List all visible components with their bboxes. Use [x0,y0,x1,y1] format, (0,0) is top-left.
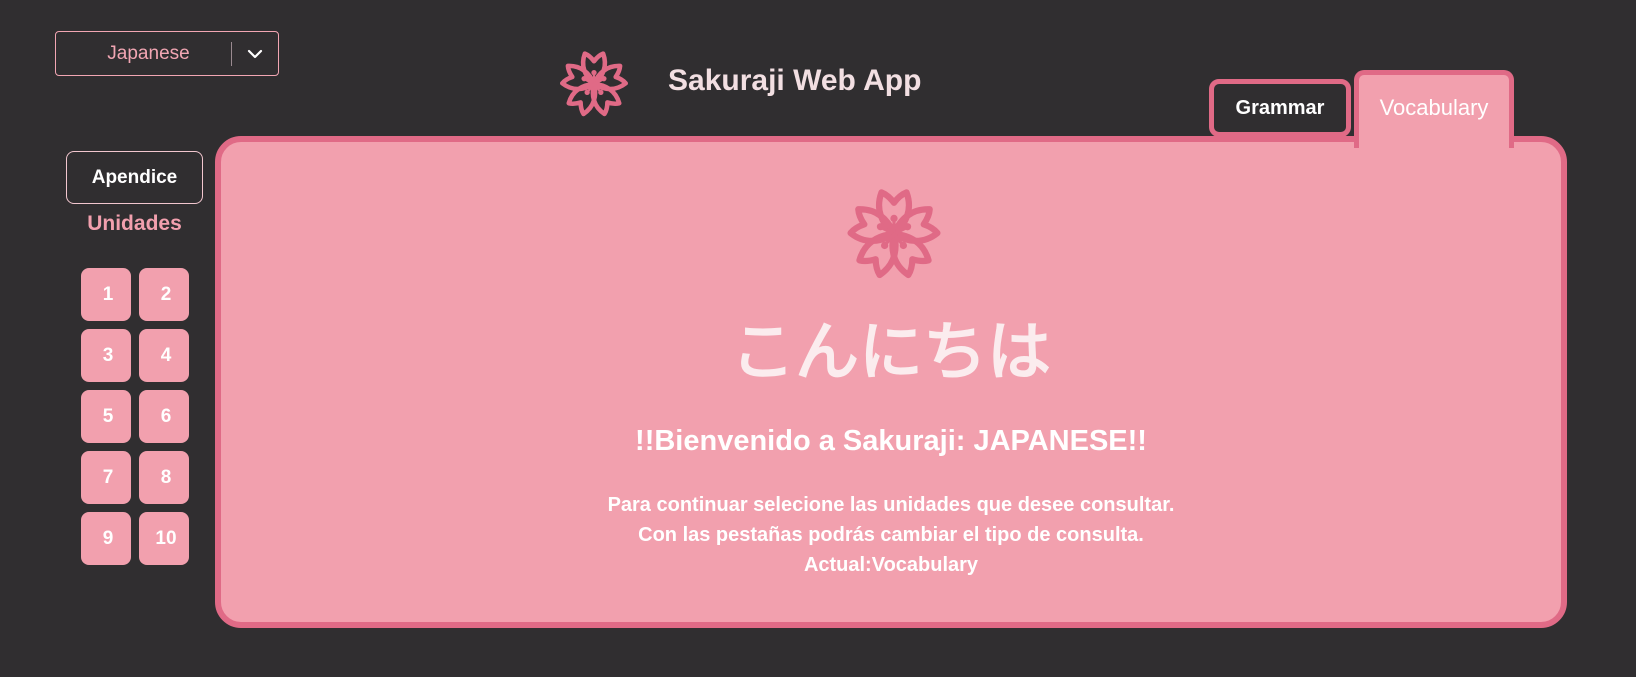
language-select-value: Japanese [107,42,190,64]
unit-button-9[interactable]: 9 [81,512,131,565]
sakura-flower-icon [842,182,946,286]
unit-button-7[interactable]: 7 [81,451,131,504]
info-line-2: Con las pestañas podrás cambiar el tipo … [638,524,1144,546]
tab-grammar[interactable]: Grammar [1209,79,1351,137]
unit-button-2[interactable]: 2 [139,268,189,321]
unidades-heading: Unidades [87,212,182,235]
chevron-down-icon[interactable] [232,49,278,59]
info-line-3: Actual:Vocabulary [803,554,979,576]
sakura-logo-icon [556,46,632,122]
language-select[interactable]: Japanese [55,31,279,76]
tab-vocabulary[interactable]: Vocabulary [1354,70,1514,148]
unit-button-1[interactable]: 1 [81,268,131,321]
unit-button-3[interactable]: 3 [81,329,131,382]
unit-button-8[interactable]: 8 [139,451,189,504]
greeting-text: こんにちは [731,316,1051,388]
app-title: Sakuraji Web App [668,64,922,97]
unit-grid: 1 2 3 4 5 6 7 8 9 10 [81,268,189,565]
unit-button-10[interactable]: 10 [139,512,189,565]
welcome-heading: !!Bienvenido a Sakuraji: JAPANESE!! [635,425,1147,457]
apendice-button[interactable]: Apendice [66,151,203,204]
unit-button-4[interactable]: 4 [139,329,189,382]
info-line-1: Para continuar selecione las unidades qu… [607,494,1175,516]
unit-button-5[interactable]: 5 [81,390,131,443]
unit-button-6[interactable]: 6 [139,390,189,443]
main-panel: こんにちは !!Bienvenido a Sakuraji: JAPANESE!… [215,136,1567,628]
